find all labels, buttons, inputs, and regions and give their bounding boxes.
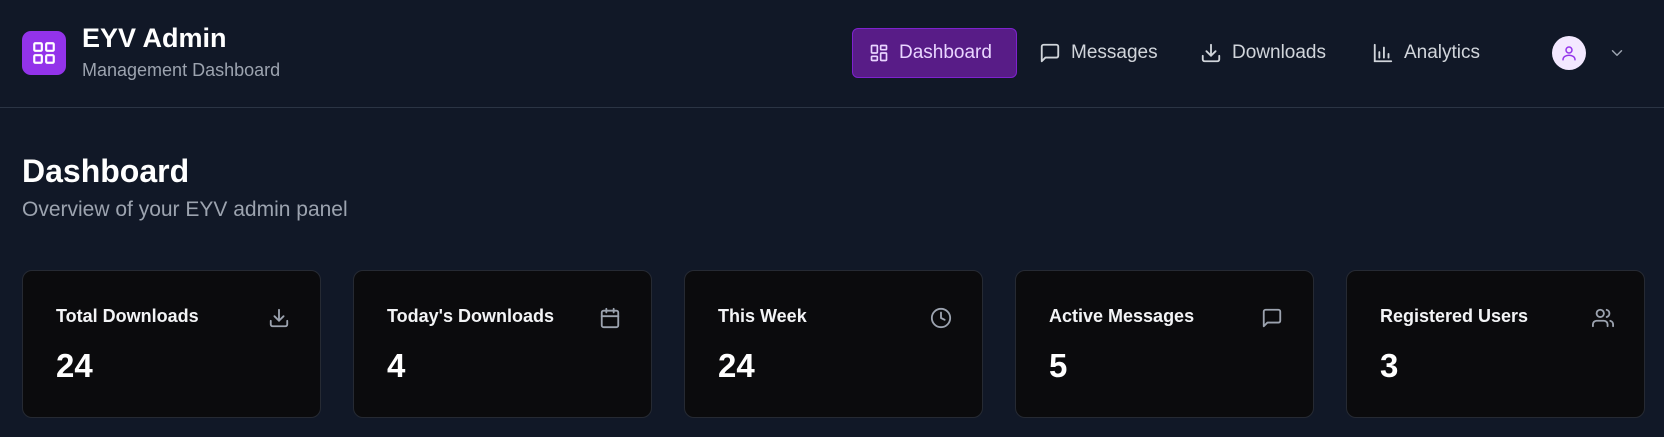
page-subtitle: Overview of your EYV admin panel: [22, 198, 348, 221]
stat-value: 3: [1380, 347, 1399, 384]
nav-dashboard-label: Dashboard: [899, 42, 992, 63]
stat-card-todays-downloads: Today's Downloads 4: [353, 270, 652, 418]
nav-analytics-label: Analytics: [1404, 42, 1481, 63]
grid-icon[interactable]: [22, 31, 66, 75]
download-icon: [269, 308, 289, 328]
stat-value: 24: [718, 347, 755, 384]
nav-downloads[interactable]: Downloads: [1200, 28, 1326, 78]
top-navigation-bar: EYV Admin Management Dashboard Dashboard…: [0, 0, 1664, 108]
stat-label: This Week: [718, 306, 807, 326]
nav-downloads-label: Downloads: [1232, 42, 1326, 63]
download-icon: [1201, 43, 1221, 63]
bar-chart-icon: [1373, 43, 1393, 63]
stat-value: 5: [1049, 347, 1068, 384]
page-title: Dashboard: [22, 153, 190, 189]
chevron-down-icon[interactable]: [1608, 44, 1626, 62]
layout-dashboard-icon: [870, 44, 888, 62]
users-icon: [1592, 308, 1614, 328]
stat-card-active-messages: Active Messages 5: [1015, 270, 1314, 418]
stat-label: Registered Users: [1380, 306, 1529, 326]
message-square-icon: [1040, 43, 1060, 63]
stat-value: 4: [387, 347, 406, 384]
app-title: EYV Admin: [82, 23, 227, 53]
nav-dashboard[interactable]: Dashboard: [852, 28, 1017, 78]
user-icon: [1562, 46, 1576, 61]
stat-label: Total Downloads: [56, 306, 199, 326]
message-square-icon: [1262, 308, 1282, 328]
nav-analytics[interactable]: Analytics: [1372, 28, 1480, 78]
stat-card-total-downloads: Total Downloads 24: [22, 270, 321, 418]
stat-card-this-week: This Week 24: [684, 270, 983, 418]
clock-icon: [930, 307, 952, 329]
stat-label: Today's Downloads: [387, 306, 554, 326]
stat-label: Active Messages: [1049, 306, 1195, 326]
calendar-icon: [600, 307, 620, 329]
nav-messages[interactable]: Messages: [1039, 28, 1158, 78]
stat-card-registered-users: Registered Users 3: [1346, 270, 1645, 418]
avatar[interactable]: [1552, 36, 1586, 70]
stat-value: 24: [56, 347, 93, 384]
nav-messages-label: Messages: [1071, 42, 1158, 63]
app-subtitle: Management Dashboard: [82, 60, 281, 80]
